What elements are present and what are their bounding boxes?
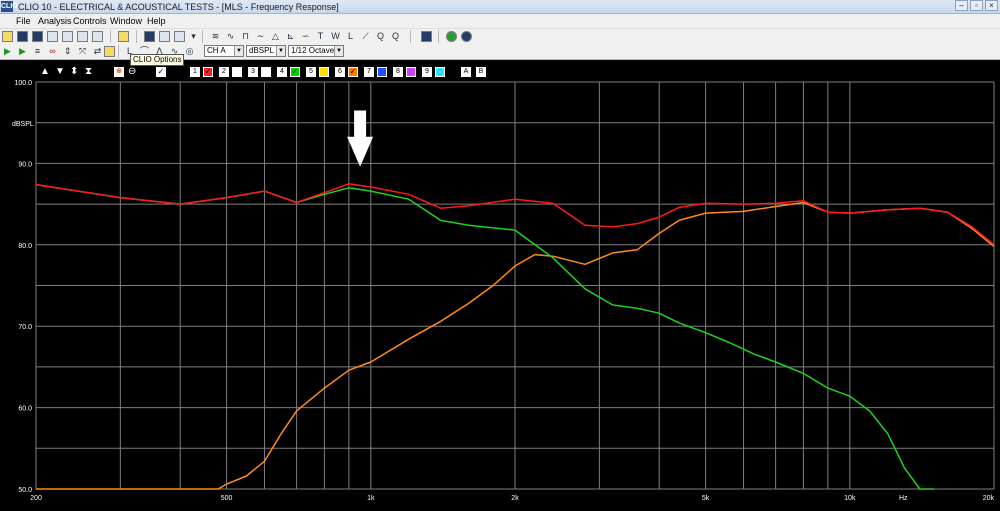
x-tick-label: 5k	[702, 495, 710, 502]
x-axis-labels: 200 500 1k 2k 5k 10k 20k	[30, 495, 994, 502]
chart-grid	[35, 81, 995, 490]
x-tick-label: 200	[30, 495, 42, 502]
x-axis-title: Hz	[899, 495, 908, 502]
y-tick-label: 60.0	[18, 406, 32, 413]
frequency-response-chart: 100.0 90.0 80.0 70.0 60.0 50.0 200 500 1k 2k 5k 10…	[12, 80, 995, 502]
y-tick-label: 80.0	[18, 243, 32, 250]
y-axis-title: dBSPL	[12, 121, 34, 128]
x-tick-label: 2k	[511, 495, 519, 502]
x-tick-label: 10k	[844, 495, 856, 502]
y-tick-label: 100.0	[14, 80, 32, 87]
y-tick-label: 70.0	[18, 324, 32, 331]
x-tick-label: 20k	[983, 495, 995, 502]
x-tick-label: 500	[221, 495, 233, 502]
series-line-1	[35, 183, 935, 490]
annotation-arrow	[347, 110, 374, 167]
tooltip: CLIO Options	[130, 54, 185, 66]
chart-annotations	[347, 110, 374, 167]
x-tick-label: 1k	[367, 495, 375, 502]
y-axis-labels: 100.0 90.0 80.0 70.0 60.0 50.0	[14, 80, 32, 494]
y-tick-label: 90.0	[18, 161, 32, 168]
y-tick-label: 50.0	[18, 487, 32, 494]
